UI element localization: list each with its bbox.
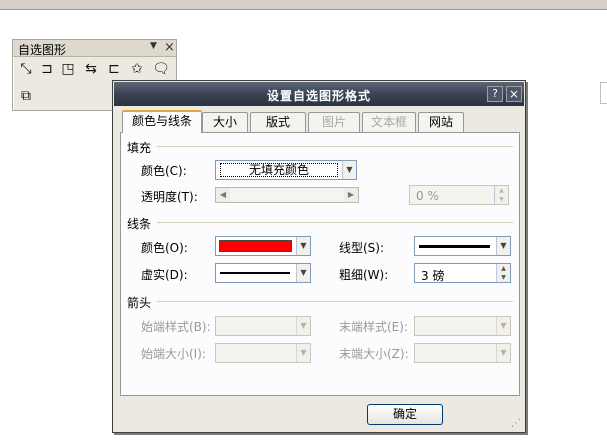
tab-text-box: 文本框	[362, 112, 416, 132]
flowchart-icon[interactable]: ⊏	[105, 60, 123, 78]
spinner-arrows-icon: ▲ ▼	[494, 186, 508, 204]
line-style-combo[interactable]: ▼	[414, 236, 511, 256]
chevron-down-icon[interactable]: ▼	[296, 264, 310, 282]
line-color-label: 颜色(O):	[141, 241, 188, 255]
begin-size-label: 始端大小(I):	[141, 347, 206, 361]
chevron-down-icon: ▼	[496, 317, 510, 335]
transparency-spinner: 0 % ▲ ▼	[409, 185, 509, 205]
toolbar-options-dropdown-icon[interactable]: ▼	[150, 41, 157, 51]
more-autoshapes-icon[interactable]: ⧉	[17, 87, 35, 105]
chevron-down-icon[interactable]: ▼	[342, 161, 356, 179]
weight-spinner[interactable]: 3 磅 ▲ ▼	[414, 263, 511, 283]
arrows-group-heading: 箭头	[127, 296, 152, 310]
connectors-icon[interactable]: ⊐	[38, 60, 56, 78]
transparency-slider[interactable]: ◀ ▶	[215, 187, 359, 203]
begin-size-combo: ▼	[215, 343, 311, 363]
transparency-value: 0 %	[416, 189, 439, 203]
lines-icon[interactable]: ⤡	[17, 60, 35, 78]
resize-grip-icon[interactable]: ⋰	[511, 418, 523, 430]
fill-group-heading: 填充	[127, 141, 152, 155]
fill-color-combo[interactable]: 无填充颜色 ▼	[215, 160, 357, 180]
chevron-down-icon[interactable]: ▼	[496, 237, 510, 255]
toolbar-close-icon[interactable]: ×	[164, 40, 175, 55]
toolbar-title: 自选图形	[18, 43, 67, 57]
toolbar-titlebar[interactable]: 自选图形 ▼ ×	[13, 40, 176, 57]
close-button[interactable]: ×	[506, 86, 522, 102]
chevron-down-icon[interactable]: ▼	[296, 237, 310, 255]
host-window-top-strip	[0, 0, 607, 10]
line-style-label: 线型(S):	[339, 241, 385, 255]
line-style-sample	[419, 245, 490, 248]
colors-and-lines-panel: 填充 颜色(C): 无填充颜色 ▼ 透明度(T): ◀ ▶ 0 % ▲ ▼ 线条 …	[120, 132, 520, 396]
slider-left-arrow-icon[interactable]: ◀	[216, 188, 230, 202]
dialog-titlebar[interactable]: 设置自选图形格式 ? ×	[114, 82, 524, 106]
tab-picture: 图片	[308, 112, 360, 132]
fill-color-label: 颜色(C):	[141, 164, 187, 178]
line-group-heading: 线条	[127, 217, 152, 231]
callouts-icon[interactable]: 🗨	[152, 60, 170, 78]
end-size-label: 末端大小(Z):	[339, 347, 409, 361]
end-size-combo: ▼	[414, 343, 511, 363]
fill-color-value: 无填充颜色	[220, 163, 338, 177]
basic-shapes-icon[interactable]: ◳	[59, 60, 77, 78]
dialog-title: 设置自选图形格式	[266, 89, 371, 103]
format-autoshape-dialog: 设置自选图形格式 ? × 颜色与线条 大小 版式 图片 文本框 网站 填充 颜色…	[112, 80, 526, 433]
tab-layout[interactable]: 版式	[250, 112, 306, 132]
ok-button[interactable]: 确定	[367, 404, 443, 425]
line-color-combo[interactable]: ▼	[215, 236, 311, 256]
weight-value: 3 磅	[421, 269, 445, 283]
dash-label: 虚实(D):	[141, 268, 188, 282]
end-style-combo: ▼	[414, 316, 511, 336]
fill-group-divider	[157, 146, 513, 147]
begin-style-label: 始端样式(B):	[141, 320, 211, 334]
dash-combo[interactable]: ▼	[215, 263, 311, 283]
tab-size[interactable]: 大小	[202, 112, 248, 132]
stars-banners-icon[interactable]: ✩	[128, 60, 146, 78]
line-color-swatch	[219, 240, 292, 252]
block-arrows-icon[interactable]: ⇆	[82, 60, 100, 78]
chevron-down-icon: ▼	[496, 344, 510, 362]
chevron-down-icon: ▼	[296, 344, 310, 362]
tab-web[interactable]: 网站	[418, 112, 464, 132]
help-button[interactable]: ?	[487, 86, 503, 102]
arrows-group-divider	[157, 301, 513, 302]
slider-right-arrow-icon[interactable]: ▶	[344, 188, 358, 202]
dash-sample	[220, 272, 290, 274]
tab-colors-and-lines[interactable]: 颜色与线条	[122, 110, 202, 133]
transparency-label: 透明度(T):	[141, 190, 198, 204]
line-group-divider	[157, 222, 513, 223]
chevron-down-icon: ▼	[296, 317, 310, 335]
begin-style-combo: ▼	[215, 316, 311, 336]
end-style-label: 末端样式(E):	[339, 320, 408, 334]
host-ruler-edge	[600, 82, 607, 104]
spinner-arrows-icon[interactable]: ▲ ▼	[496, 264, 510, 282]
weight-label: 粗细(W):	[339, 268, 389, 282]
